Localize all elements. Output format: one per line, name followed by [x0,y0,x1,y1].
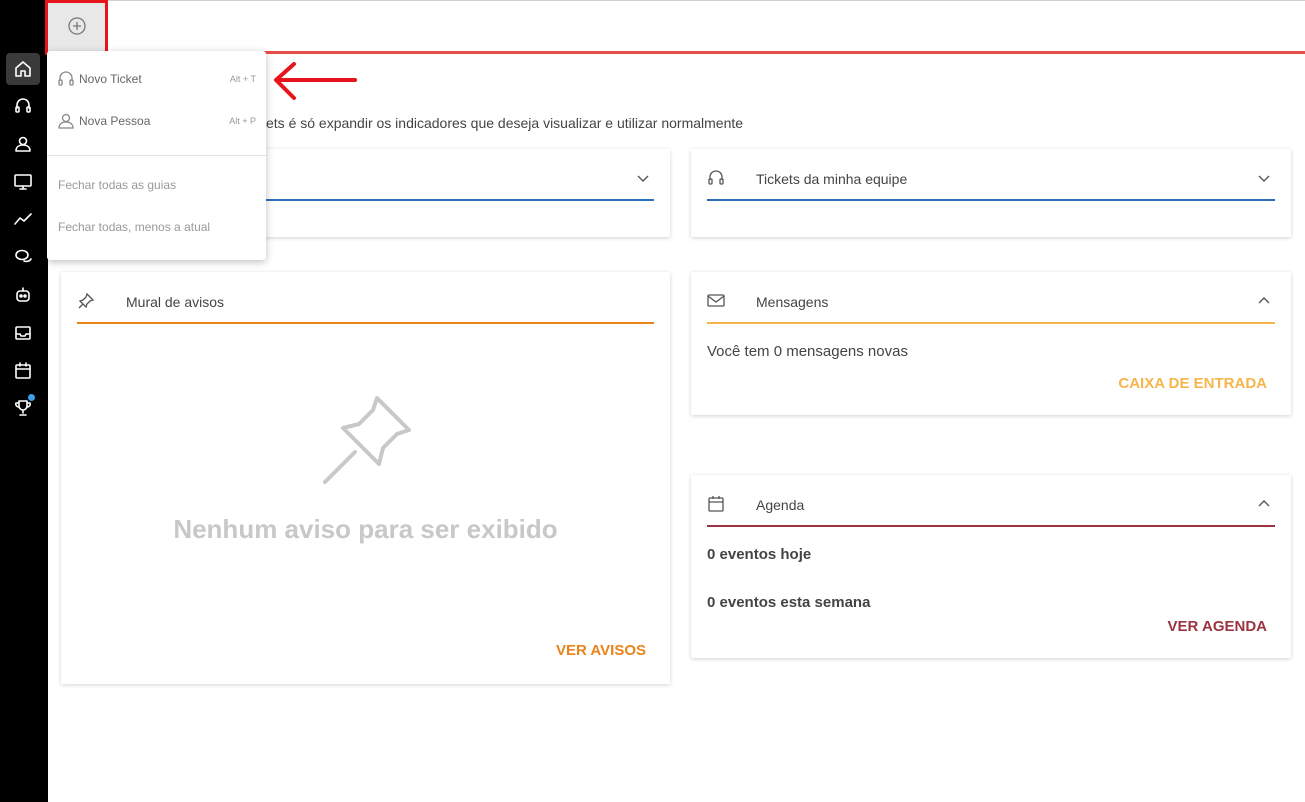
card-title: Mensagens [756,294,829,310]
people-icon[interactable] [6,128,40,160]
headset-icon [707,169,725,187]
events-today-text: 0 eventos hoje [707,546,812,563]
menu-item-close-others[interactable]: Fechar todas, menos a atual [58,220,210,234]
highlight-annotation-box [45,0,108,55]
calendar-icon [707,495,725,513]
card-title: Tickets da minha equipe [756,171,908,187]
header-underline [707,199,1275,201]
agenda-card: Agenda 0 eventos hoje 0 eventos esta sem… [691,475,1291,658]
calendar-icon[interactable] [6,355,40,387]
card-title: Agenda [756,497,805,513]
view-notices-link[interactable]: VER AVISOS [556,642,646,659]
inbox-link[interactable]: CAIXA DE ENTRADA [1118,375,1267,392]
shortcut-label: Alt + P [229,116,256,126]
home-icon[interactable] [6,53,40,85]
menu-item-close-all[interactable]: Fechar todas as guias [58,178,176,192]
team-tickets-card: Tickets da minha equipe [691,149,1291,237]
empty-notices-message: Nenhum aviso para ser exibido [173,514,558,544]
menu-item-label: Novo Ticket [79,72,142,86]
trophy-icon[interactable] [6,392,40,424]
monitor-icon[interactable] [6,166,40,198]
person-icon [57,112,75,130]
messages-count-text: Você tem 0 mensagens novas [707,343,908,360]
header-underline [707,322,1275,324]
chat-icon[interactable] [6,241,40,273]
messages-card: Mensagens Você tem 0 mensagens novas CAI… [691,272,1291,415]
chevron-up-icon[interactable] [1257,497,1271,511]
new-menu-dropdown: Novo Ticket Alt + T Nova Pessoa Alt + P … [47,51,266,260]
top-bar [48,0,1305,54]
events-week-text: 0 eventos esta semana [707,594,871,611]
trending-icon[interactable] [6,203,40,235]
card-title: Mural de avisos [126,294,225,310]
chevron-up-icon[interactable] [1257,294,1271,308]
pin-icon [319,392,415,488]
intro-text: ckets é só expandir os indicadores que d… [252,115,744,131]
notification-dot [28,394,35,401]
pin-icon [77,292,95,310]
robot-icon[interactable] [6,279,40,311]
menu-item-new-person[interactable]: Nova Pessoa Alt + P [47,101,266,141]
menu-item-label: Nova Pessoa [79,114,151,128]
inbox-icon[interactable] [6,317,40,349]
card-header[interactable]: Mensagens [707,272,1275,324]
header-underline [77,322,654,324]
menu-divider [47,155,266,156]
card-header[interactable]: Mural de avisos [77,272,654,324]
menu-item-new-ticket[interactable]: Novo Ticket Alt + T [47,59,266,99]
red-arrow-annotation [274,62,357,100]
chevron-down-icon[interactable] [1257,171,1271,185]
headset-icon [57,70,75,88]
headset-icon[interactable] [6,90,40,122]
header-underline [707,525,1275,527]
card-header[interactable]: Tickets da minha equipe [707,149,1275,201]
chevron-down-icon[interactable] [636,171,650,185]
notices-card: Mural de avisos Nenhum aviso para ser ex… [61,272,670,684]
card-header[interactable]: Agenda [707,475,1275,527]
mail-icon [707,292,725,310]
shortcut-label: Alt + T [229,74,256,84]
view-agenda-link[interactable]: VER AGENDA [1168,618,1267,635]
sidebar [0,0,48,802]
